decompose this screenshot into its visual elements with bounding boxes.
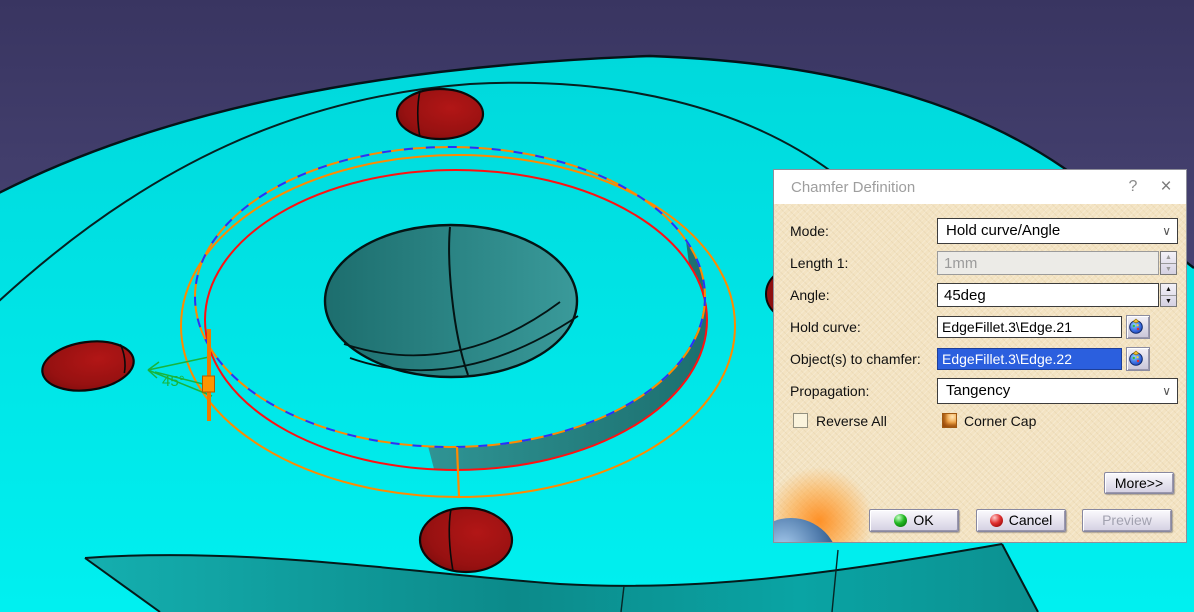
spinner-down-icon: ▼	[1161, 263, 1176, 275]
objects-to-chamfer-field[interactable]	[937, 348, 1122, 370]
propagation-label: Propagation:	[790, 381, 869, 401]
bolt-hole-bottom	[420, 508, 512, 572]
angle-annotation-value: 45°	[162, 373, 185, 390]
chevron-down-icon: ∨	[1162, 379, 1171, 403]
cancel-button-label: Cancel	[1009, 510, 1053, 531]
cancel-button[interactable]: Cancel	[976, 509, 1066, 532]
ok-sphere-icon	[894, 514, 907, 527]
angle-field[interactable]	[937, 283, 1159, 307]
mode-value: Hold curve/Angle	[946, 222, 1060, 239]
length1-spinner: ▲ ▼	[1160, 251, 1177, 275]
selection-bag-icon	[1127, 348, 1145, 366]
chamfer-definition-dialog: Chamfer Definition ? × Mode: Hold curve/…	[773, 169, 1187, 543]
corner-cap-checkbox[interactable]	[942, 413, 957, 428]
selection-bag-icon	[1127, 316, 1145, 334]
dialog-titlebar[interactable]: Chamfer Definition ? ×	[774, 170, 1186, 204]
spinner-down-icon[interactable]: ▼	[1161, 295, 1176, 307]
chevron-down-icon: ∨	[1162, 219, 1171, 243]
bolt-hole-top	[397, 89, 483, 139]
spinner-up-icon[interactable]: ▲	[1161, 284, 1176, 295]
hold-curve-label: Hold curve:	[790, 317, 861, 337]
propagation-dropdown[interactable]: Tangency ∨	[937, 378, 1178, 404]
corner-cap-label: Corner Cap	[964, 411, 1036, 431]
objects-multiselect-button[interactable]	[1126, 347, 1150, 371]
preview-button: Preview	[1082, 509, 1172, 532]
ok-button[interactable]: OK	[869, 509, 959, 532]
hold-curve-multiselect-button[interactable]	[1126, 315, 1150, 339]
hold-curve-field[interactable]	[937, 316, 1122, 338]
objects-to-chamfer-label: Object(s) to chamfer:	[790, 349, 921, 369]
angle-label: Angle:	[790, 285, 830, 305]
length1-label: Length 1:	[790, 253, 848, 273]
mode-dropdown[interactable]: Hold curve/Angle ∨	[937, 218, 1178, 244]
mode-label: Mode:	[790, 221, 829, 241]
center-hole	[325, 225, 578, 377]
dialog-title: Chamfer Definition	[774, 179, 1120, 196]
dialog-body: Mode: Hold curve/Angle ∨ Length 1: ▲ ▼ A…	[774, 204, 1186, 542]
ok-button-label: OK	[913, 510, 933, 531]
propagation-value: Tangency	[946, 382, 1010, 399]
cancel-sphere-icon	[990, 514, 1003, 527]
reverse-all-checkbox[interactable]	[793, 413, 808, 428]
close-icon[interactable]: ×	[1146, 176, 1186, 198]
catia-viewport: 45° Chamfer Definition ? × Mode: Hold cu…	[0, 0, 1194, 612]
help-icon[interactable]: ?	[1120, 178, 1146, 196]
angle-spinner[interactable]: ▲ ▼	[1160, 283, 1177, 307]
more-button[interactable]: More>>	[1104, 472, 1174, 494]
reverse-all-label: Reverse All	[816, 411, 887, 431]
preview-button-label: Preview	[1102, 510, 1152, 531]
spinner-up-icon: ▲	[1161, 252, 1176, 263]
more-button-label: More>>	[1115, 473, 1163, 494]
length1-field	[937, 251, 1159, 275]
